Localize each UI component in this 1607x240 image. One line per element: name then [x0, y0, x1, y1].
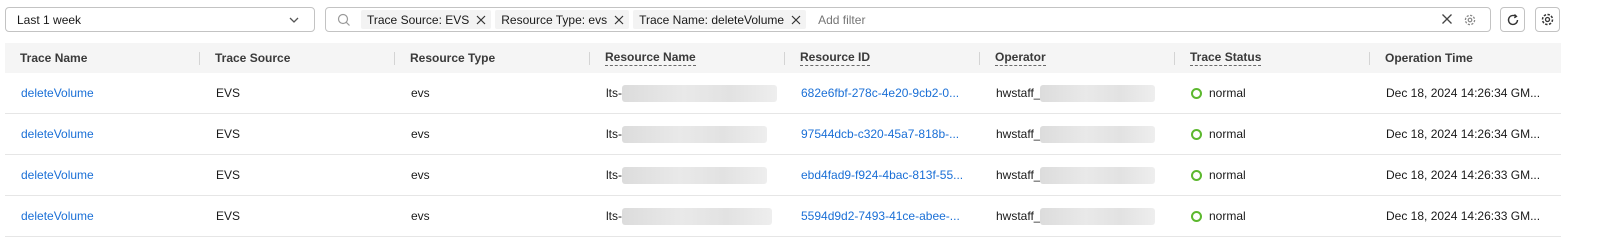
- redacted-block: [622, 84, 777, 102]
- table-row: deleteVolume EVS evs lts- 97544dcb-c320-…: [5, 114, 1561, 155]
- column-header-trace-source: Trace Source: [200, 43, 395, 73]
- traces-table: Trace Name Trace Source Resource Type Re…: [5, 43, 1561, 237]
- close-icon[interactable]: [614, 15, 624, 25]
- toolbar: Last 1 week Trace Source: EVS Resource T…: [0, 0, 1607, 40]
- operation-time: Dec 18, 2024 14:26:33 GM...: [1386, 168, 1541, 182]
- clear-filters-icon[interactable]: [1441, 13, 1453, 25]
- trace-source: EVS: [216, 86, 241, 100]
- gear-icon: [1540, 12, 1555, 27]
- status-dot-icon: [1191, 169, 1202, 181]
- trace-status: normal: [1209, 86, 1246, 100]
- status-dot-icon: [1191, 128, 1202, 140]
- refresh-button[interactable]: [1500, 7, 1525, 32]
- redacted-block: [622, 207, 772, 225]
- column-header-operator[interactable]: Operator: [980, 43, 1175, 73]
- operation-time: Dec 18, 2024 14:26:34 GM...: [1386, 86, 1541, 100]
- redacted-block: [622, 166, 767, 184]
- redacted-block: [622, 125, 767, 143]
- chevron-down-icon: [288, 14, 300, 29]
- gear-icon[interactable]: [1463, 13, 1477, 27]
- resource-id-link[interactable]: ebd4fad9-f924-4bac-813f-55...: [801, 168, 963, 182]
- resource-id-link[interactable]: 97544dcb-c320-45a7-818b-...: [801, 127, 959, 141]
- column-label: Trace Status: [1190, 50, 1262, 66]
- close-icon[interactable]: [476, 15, 486, 25]
- redacted-block: [1040, 207, 1156, 225]
- table-row: deleteVolume EVS evs lts- 682e6fbf-278c-…: [5, 73, 1561, 114]
- column-label: Trace Source: [215, 51, 291, 65]
- column-header-resource-id[interactable]: Resource ID: [785, 43, 980, 73]
- resource-type: evs: [411, 127, 430, 141]
- operator: hwstaff_: [996, 168, 1041, 182]
- refresh-icon: [1506, 13, 1520, 27]
- redacted-block: [1040, 166, 1156, 184]
- status-dot-icon: [1191, 210, 1202, 222]
- trace-name-link[interactable]: deleteVolume: [21, 209, 94, 223]
- table-settings-button[interactable]: [1535, 7, 1560, 32]
- column-header-trace-name: Trace Name: [5, 43, 200, 73]
- time-range-value: Last 1 week: [17, 12, 82, 27]
- trace-name-link[interactable]: deleteVolume: [21, 127, 94, 141]
- add-filter-input[interactable]: [816, 11, 1121, 28]
- status-dot-icon: [1191, 87, 1202, 99]
- column-label: Trace Name: [20, 51, 88, 65]
- trace-status: normal: [1209, 127, 1246, 141]
- table-header: Trace Name Trace Source Resource Type Re…: [5, 43, 1561, 73]
- filter-tag-label: Resource Type: evs: [501, 12, 608, 27]
- column-header-resource-type: Resource Type: [395, 43, 590, 73]
- operation-time: Dec 18, 2024 14:26:34 GM...: [1386, 127, 1541, 141]
- trace-source: EVS: [216, 127, 241, 141]
- trace-name-link[interactable]: deleteVolume: [21, 86, 94, 100]
- resource-name: lts-: [606, 127, 622, 141]
- column-label: Resource Type: [410, 51, 496, 65]
- trace-source: EVS: [216, 209, 241, 223]
- column-label: Resource Name: [605, 50, 696, 66]
- resource-name: lts-: [606, 86, 622, 100]
- operator: hwstaff_: [996, 86, 1041, 100]
- column-header-resource-name[interactable]: Resource Name: [590, 43, 785, 73]
- column-header-trace-status[interactable]: Trace Status: [1175, 43, 1370, 73]
- filter-tag-trace-name[interactable]: Trace Name: deleteVolume: [633, 10, 807, 29]
- redacted-block: [1040, 125, 1156, 143]
- trace-status: normal: [1209, 209, 1246, 223]
- trace-status: normal: [1209, 168, 1246, 182]
- resource-name: lts-: [606, 209, 622, 223]
- filter-tag-label: Trace Source: EVS: [367, 12, 470, 27]
- resource-type: evs: [411, 209, 430, 223]
- resource-name: lts-: [606, 168, 622, 182]
- filter-tag-trace-source[interactable]: Trace Source: EVS: [361, 10, 492, 29]
- resource-type: evs: [411, 168, 430, 182]
- close-icon[interactable]: [791, 15, 801, 25]
- trace-source: EVS: [216, 168, 241, 182]
- column-label: Operation Time: [1385, 51, 1473, 65]
- table-row: deleteVolume EVS evs lts- ebd4fad9-f924-…: [5, 155, 1561, 196]
- column-header-operation-time: Operation Time: [1370, 43, 1561, 73]
- operator: hwstaff_: [996, 127, 1041, 141]
- resource-id-link[interactable]: 682e6fbf-278c-4e20-9cb2-0...: [801, 86, 959, 100]
- resource-id-link[interactable]: 5594d9d2-7493-41ce-abee-...: [801, 209, 960, 223]
- filter-bar[interactable]: Trace Source: EVS Resource Type: evs Tra…: [325, 7, 1491, 32]
- column-label: Operator: [995, 50, 1046, 66]
- operator: hwstaff_: [996, 209, 1041, 223]
- trace-name-link[interactable]: deleteVolume: [21, 168, 94, 182]
- search-icon: [337, 13, 351, 27]
- table-row: deleteVolume EVS evs lts- 5594d9d2-7493-…: [5, 196, 1561, 237]
- operation-time: Dec 18, 2024 14:26:33 GM...: [1386, 209, 1541, 223]
- redacted-block: [1040, 84, 1156, 102]
- time-range-select[interactable]: Last 1 week: [5, 7, 315, 32]
- filter-tag-label: Trace Name: deleteVolume: [639, 12, 785, 27]
- resource-type: evs: [411, 86, 430, 100]
- filter-tag-resource-type[interactable]: Resource Type: evs: [495, 10, 630, 29]
- column-label: Resource ID: [800, 50, 871, 66]
